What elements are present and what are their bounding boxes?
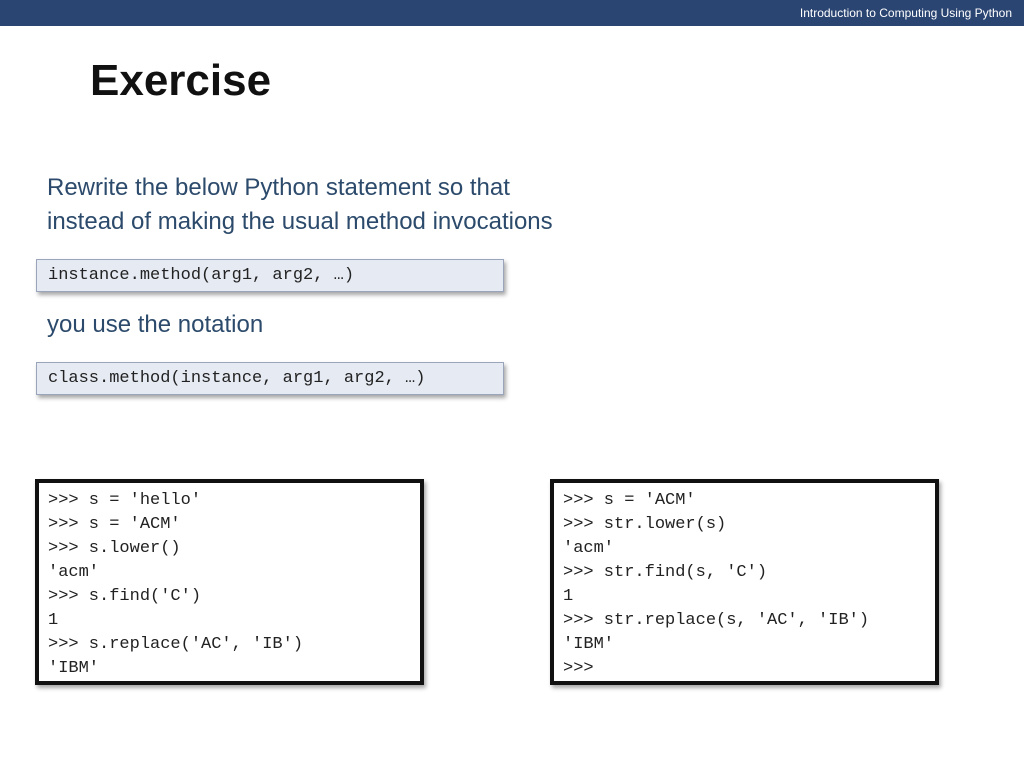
notation-text: you use the notation bbox=[47, 311, 264, 338]
shell-line: 'IBM' bbox=[48, 659, 100, 678]
shell-line: 1 bbox=[48, 611, 59, 630]
shell-line: 'acm' bbox=[48, 563, 100, 582]
shell-line: >>> s = 'ACM' bbox=[48, 515, 181, 534]
shell-line: 'IBM' bbox=[563, 635, 615, 654]
shell-prompt: >>> bbox=[563, 659, 594, 678]
shell-session-class-calls: >>> s = 'ACM' >>> str.lower(s) 'acm' >>>… bbox=[550, 479, 939, 685]
shell-line: >>> s.lower() bbox=[48, 539, 181, 558]
header-bar: Introduction to Computing Using Python bbox=[0, 0, 1024, 26]
shell-line: 'acm' bbox=[563, 539, 615, 558]
usual-invocation-code: instance.method(arg1, arg2, …) bbox=[36, 259, 504, 292]
instruction-line-2: instead of making the usual method invoc… bbox=[47, 208, 553, 235]
shell-line: >>> str.replace(s, 'AC', 'IB') bbox=[563, 611, 870, 630]
shell-line: >>> s.replace('AC', 'IB') bbox=[48, 635, 304, 654]
shell-line: >>> s = 'ACM' bbox=[563, 491, 696, 510]
shell-line: >>> s.find('C') bbox=[48, 587, 202, 606]
slide-title: Exercise bbox=[90, 56, 272, 105]
shell-line: >>> str.lower(s) bbox=[563, 515, 727, 534]
shell-line: >>> s = 'hello' bbox=[48, 491, 202, 510]
course-title: Introduction to Computing Using Python bbox=[799, 6, 1012, 20]
shell-line: 1 bbox=[563, 587, 574, 606]
class-notation-code: class.method(instance, arg1, arg2, …) bbox=[36, 362, 504, 395]
instruction-line-1: Rewrite the below Python statement so th… bbox=[47, 174, 510, 201]
shell-line: >>> str.find(s, 'C') bbox=[563, 563, 768, 582]
shell-session-method-calls: >>> s = 'hello' >>> s = 'ACM' >>> s.lowe… bbox=[35, 479, 424, 685]
